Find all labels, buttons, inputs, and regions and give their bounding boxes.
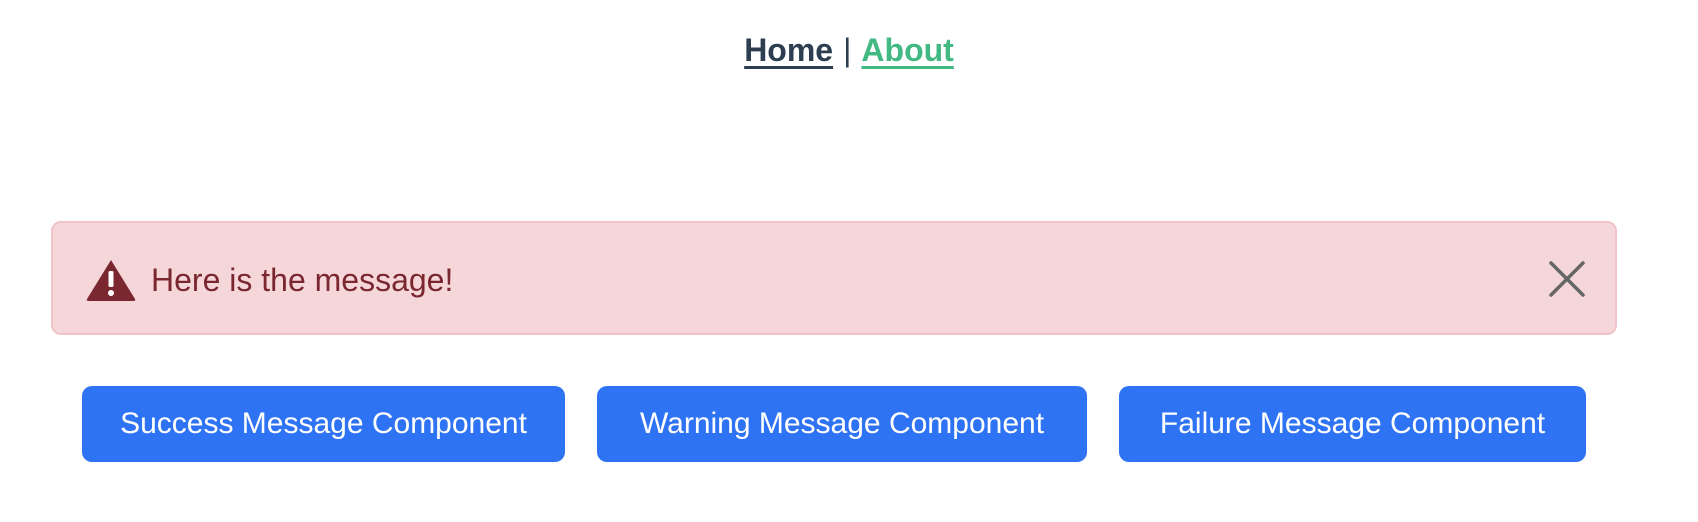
nav-link-about[interactable]: About xyxy=(861,32,953,68)
close-icon[interactable] xyxy=(1547,259,1587,299)
warning-triangle-icon xyxy=(85,258,137,302)
nav-separator: | xyxy=(843,32,852,68)
alert-message: Here is the message! xyxy=(151,262,454,298)
warning-message-button[interactable]: Warning Message Component xyxy=(597,386,1087,462)
failure-message-button[interactable]: Failure Message Component xyxy=(1119,386,1586,462)
failure-alert: Here is the message! xyxy=(51,221,1617,335)
nav-link-home[interactable]: Home xyxy=(744,32,833,68)
top-navigation: Home | About xyxy=(0,30,1698,70)
success-message-button[interactable]: Success Message Component xyxy=(82,386,565,462)
